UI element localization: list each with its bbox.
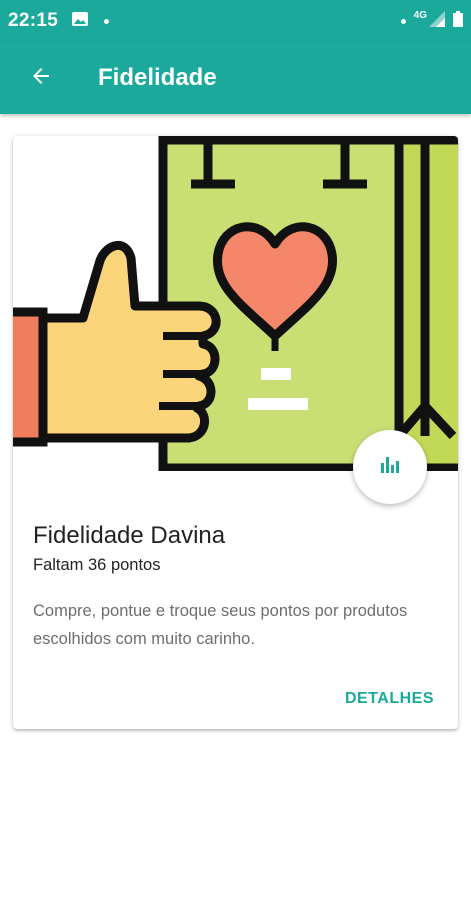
back-button[interactable] [13, 50, 69, 106]
card-illustration [13, 136, 458, 471]
arrow-back-icon [29, 64, 53, 93]
card-description: Compre, pontue e troque seus pontos por … [33, 602, 408, 648]
status-right-icons: 4G [400, 9, 463, 32]
bar-chart-icon [378, 453, 402, 482]
app-bar: Fidelidade [0, 42, 471, 114]
points-remaining: Faltam 36 pontos [33, 556, 161, 574]
battery-icon [453, 10, 463, 32]
card-title: Fidelidade Davina [33, 522, 226, 549]
status-bar: 22:15 4G [0, 0, 471, 42]
status-time: 22:15 [8, 10, 59, 31]
stats-button[interactable] [353, 430, 427, 504]
page-title: Fidelidade [98, 64, 217, 91]
signal-icon [429, 10, 445, 32]
status-left-icons [72, 11, 110, 31]
status-dot-icon [400, 18, 406, 24]
notification-dot-icon [104, 18, 110, 24]
image-icon [72, 11, 89, 31]
network-type-label: 4G [413, 9, 427, 21]
details-button[interactable]: DETALHES [345, 690, 434, 708]
loyalty-card: Fidelidade Davina Faltam 36 pontos Compr… [13, 136, 458, 729]
thumbs-up-bag-illustration [13, 136, 458, 471]
